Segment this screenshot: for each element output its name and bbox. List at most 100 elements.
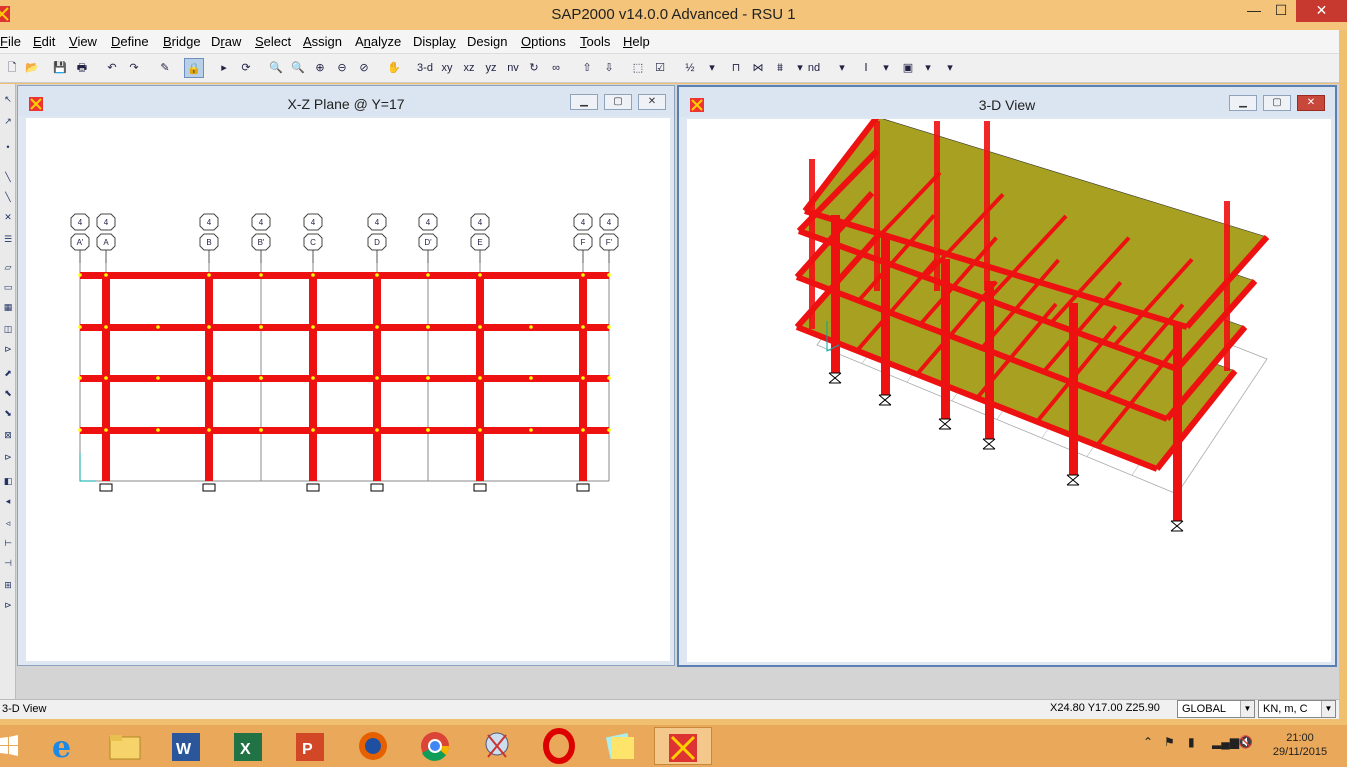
new-file-icon[interactable]: 🗋: [2, 58, 22, 78]
menu-tools[interactable]: Tools: [580, 34, 610, 49]
zoom-previous-icon[interactable]: ⊘: [354, 58, 374, 78]
view-3d-button[interactable]: 3-d: [414, 58, 436, 78]
zoom-window-icon[interactable]: 🔍: [266, 58, 286, 78]
draw-line-icon[interactable]: ╲: [1, 172, 15, 186]
3d-view-canvas[interactable]: [687, 115, 1331, 662]
draw-frame-icon[interactable]: ⊓: [726, 58, 746, 78]
toolbar-overflow-icon[interactable]: ▾: [702, 58, 722, 78]
open-file-icon[interactable]: 📂: [22, 58, 42, 78]
volume-muted-icon[interactable]: 🔇: [1238, 735, 1253, 749]
internet-explorer-icon[interactable]: e: [34, 727, 92, 765]
xz-minimize-button[interactable]: ▁: [570, 94, 598, 110]
draw-brace-left-icon[interactable]: ✕: [1, 212, 15, 226]
print-icon[interactable]: 🖶: [72, 58, 92, 78]
pan-icon[interactable]: ✋: [384, 58, 404, 78]
select-prev-icon[interactable]: ⬉: [1, 388, 15, 402]
refresh-icon[interactable]: ⟳: [236, 58, 256, 78]
show-hidden-icons[interactable]: ⌃: [1143, 735, 1153, 749]
strip-expand-icon[interactable]: ⊳: [1, 344, 15, 358]
view-nv-button[interactable]: nv: [502, 58, 524, 78]
move-down-icon[interactable]: ⇩: [599, 58, 619, 78]
menu-display[interactable]: Display: [413, 34, 456, 49]
menu-define[interactable]: Define: [111, 34, 149, 49]
sticky-notes-icon[interactable]: [592, 727, 650, 765]
display-dropdown-icon[interactable]: ▾: [918, 58, 938, 78]
3d-maximize-button[interactable]: ▢: [1263, 95, 1291, 111]
save-icon[interactable]: 💾: [50, 58, 70, 78]
draw-point-icon[interactable]: •: [1, 142, 15, 156]
pencil-icon[interactable]: ✎: [155, 58, 175, 78]
menu-design[interactable]: Design: [467, 34, 507, 49]
chrome-icon[interactable]: [406, 727, 464, 765]
rotate-icon[interactable]: ↻: [524, 58, 544, 78]
check-icon[interactable]: ☑: [650, 58, 670, 78]
snap-line-icon[interactable]: ⊣: [1, 558, 15, 572]
menu-select[interactable]: Select: [255, 34, 291, 49]
3d-close-button[interactable]: ✕: [1297, 95, 1325, 111]
xz-plane-titlebar[interactable]: X-Z Plane @ Y=17 ▁ ▢ ✕: [18, 86, 674, 116]
draw-brace-icon[interactable]: ⋈: [748, 58, 768, 78]
file-explorer-icon[interactable]: [96, 727, 154, 765]
redo-icon[interactable]: ↷: [124, 58, 144, 78]
draw-poly-area-icon[interactable]: ▱: [1, 262, 15, 276]
opera-icon[interactable]: [530, 727, 588, 765]
snap-mid-icon[interactable]: ◃: [1, 518, 15, 532]
view-xz-button[interactable]: xz: [458, 58, 480, 78]
3d-view-window[interactable]: 3-D View ▁ ▢ ✕: [677, 85, 1337, 667]
word-icon[interactable]: W: [158, 727, 216, 765]
view-xy-button[interactable]: xy: [436, 58, 458, 78]
sap2000-taskbar-icon[interactable]: [654, 727, 712, 765]
menu-help[interactable]: Help: [623, 34, 650, 49]
draw-grid-icon[interactable]: ☰: [1, 234, 15, 248]
action-center-flag-icon[interactable]: ⚑: [1164, 735, 1175, 749]
undo-icon[interactable]: ↶: [102, 58, 122, 78]
reshape-icon[interactable]: ↗: [1, 116, 15, 130]
xz-plane-window[interactable]: X-Z Plane @ Y=17 ▁ ▢ ✕ 4 A' 4 A 4 B 4 B' 4 C 4 D 4 D'…: [17, 85, 675, 666]
menu-analyze[interactable]: Analyze: [355, 34, 401, 49]
move-up-icon[interactable]: ⇧: [577, 58, 597, 78]
display-icon[interactable]: ▣: [898, 58, 918, 78]
perspective-icon[interactable]: ∞: [546, 58, 566, 78]
menu-assign[interactable]: Assign: [303, 34, 342, 49]
excel-icon[interactable]: X: [220, 727, 278, 765]
power-icon[interactable]: ▮: [1188, 735, 1195, 749]
section-icon[interactable]: Ⅰ: [856, 58, 876, 78]
maximize-button[interactable]: ☐: [1266, 0, 1296, 22]
menu-bridge[interactable]: Bridge: [163, 34, 201, 49]
menu-view[interactable]: View: [69, 34, 97, 49]
view-yz-button[interactable]: yz: [480, 58, 502, 78]
3d-view-titlebar[interactable]: 3-D View ▁ ▢ ✕: [679, 87, 1335, 117]
run-analysis-icon[interactable]: ▸: [214, 58, 234, 78]
strip-expand-2-icon[interactable]: ⊳: [1, 452, 15, 466]
menu-draw[interactable]: Draw: [211, 34, 241, 49]
quick-area-icon[interactable]: ▦: [1, 302, 15, 316]
draw-solid-icon[interactable]: ◫: [1, 324, 15, 338]
3d-minimize-button[interactable]: ▁: [1229, 95, 1257, 111]
pointer-icon[interactable]: ↖: [1, 94, 15, 108]
taskbar-clock[interactable]: 21:00 29/11/2015: [1270, 731, 1330, 759]
toolbar-overflow-icon-3[interactable]: ▾: [940, 58, 960, 78]
windows-start-icon[interactable]: [0, 735, 18, 757]
close-button[interactable]: ✕: [1296, 0, 1347, 22]
snap-active-icon[interactable]: ◧: [1, 476, 15, 490]
menu-options[interactable]: Options: [521, 34, 566, 49]
powerpoint-icon[interactable]: P: [282, 727, 340, 765]
snap-perp-icon[interactable]: ⊢: [1, 538, 15, 552]
snap-end-icon[interactable]: ◂: [1, 496, 15, 510]
minimize-button[interactable]: —: [1239, 0, 1269, 22]
menu-edit[interactable]: Edit: [33, 34, 55, 49]
select-all-icon[interactable]: ⬈: [1, 368, 15, 382]
draw-rect-area-icon[interactable]: ▭: [1, 282, 15, 296]
zoom-in-icon[interactable]: ⊕: [310, 58, 330, 78]
snap-grid-icon[interactable]: ⊞: [1, 580, 15, 594]
network-signal-icon[interactable]: ▂▄▆: [1212, 735, 1239, 749]
units-select[interactable]: KN, m, C ▼: [1258, 700, 1336, 718]
xz-plane-canvas[interactable]: 4 A' 4 A 4 B 4 B' 4 C 4 D 4 D' 4 E 4 F 4 F': [26, 118, 670, 661]
draw-line-2-icon[interactable]: ╲: [1, 192, 15, 206]
object-shrink-icon[interactable]: ⬚: [628, 58, 648, 78]
toolbar-overflow-icon-2[interactable]: ▾: [832, 58, 852, 78]
coord-system-select[interactable]: GLOBAL ▼: [1177, 700, 1255, 718]
draw-section-icon[interactable]: ⩩: [770, 58, 790, 78]
select-intersect-icon[interactable]: ⬊: [1, 408, 15, 422]
clear-selection-icon[interactable]: ⊠: [1, 430, 15, 444]
